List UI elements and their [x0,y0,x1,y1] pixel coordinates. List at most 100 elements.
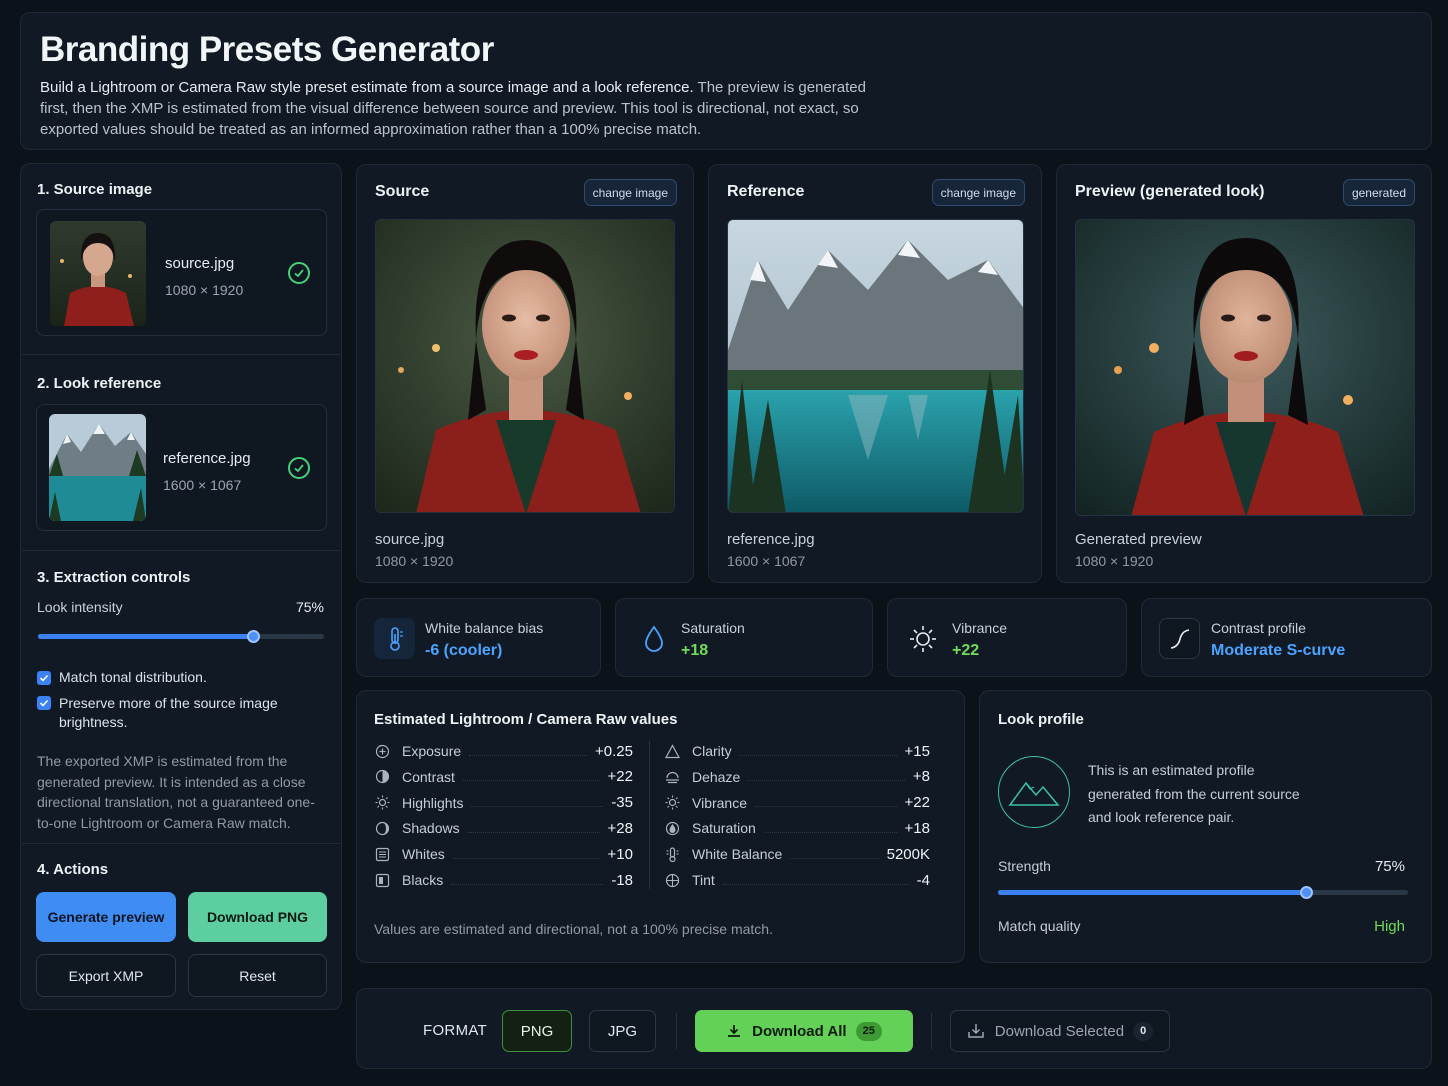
value-label: White Balance [692,846,783,863]
value-number: -18 [611,871,633,889]
values-footnote: Values are estimated and directional, no… [374,921,773,937]
bar-divider [931,1013,932,1049]
leader-dots [748,780,905,782]
checkbox-checked-icon[interactable] [37,671,51,685]
export-xmp-button[interactable]: Export XMP [36,954,176,997]
value-row-white-balance: White Balance 5200K [665,841,930,867]
curve-icon [1159,618,1200,659]
value-label: Exposure [402,743,462,759]
value-row-shadows: Shadows +28 [375,815,633,841]
reset-button[interactable]: Reset [188,954,327,997]
checkbox-match-tonal[interactable]: Match tonal distribution. [37,669,207,685]
source-caption-name: source.jpg [375,531,445,548]
look-file-name: reference.jpg [163,450,251,467]
generate-preview-button[interactable]: Generate preview [36,892,176,942]
reference-image [727,219,1024,513]
source-image [375,219,675,513]
download-all-button[interactable]: Download All 25 [695,1010,913,1052]
value-label: Blacks [402,872,444,888]
checkbox-checked-icon[interactable] [37,696,51,710]
strength-label: Strength [998,858,1051,874]
reference-thumbnail [49,414,146,521]
value-number: +15 [904,742,930,760]
value-label: Dehaze [692,768,741,785]
stat-saturation-label: Saturation [681,620,745,636]
checkbox-preserve-brightness-label: Preserve more of the source image bright… [59,695,278,730]
download-icon [728,1025,741,1037]
stat-wb-value: -6 (cooler) [425,642,503,659]
preview-card-title: Preview (generated look) [1075,183,1265,200]
download-bar: FORMAT PNG JPG Download All 25 Download … [356,988,1432,1069]
value-label: Clarity [692,743,732,759]
download-all-count: 25 [855,1021,882,1041]
source-card: Source change image source.jpg 1080 × 19… [356,164,694,583]
plus-circle-icon [375,744,390,759]
controls-section-title: 3. Extraction controls [37,569,191,586]
whites-icon [375,847,390,862]
strength-slider-thumb[interactable] [1299,886,1313,899]
checkbox-match-tonal-label: Match tonal distribution. [59,669,207,685]
leader-dots [739,754,897,756]
stat-vibrance-value: +22 [952,642,980,659]
source-file-name: source.jpg [165,255,235,272]
stat-contrast-profile: Contrast profile Moderate S-curve [1141,598,1432,677]
preview-caption-name: Generated preview [1075,531,1202,548]
strength-slider-fill [998,890,1306,895]
xmp-note: The exported XMP is estimated from the g… [37,753,315,831]
look-section-title: 2. Look reference [37,375,162,392]
source-card-title: Source [375,183,430,200]
value-label: Contrast [402,768,455,785]
section-divider [22,843,340,844]
sidebar: 1. Source image source.jpg 1080 × 1920 2… [20,163,342,1010]
haze-icon [665,769,680,784]
leader-dots [452,857,600,859]
values-title: Estimated Lightroom / Camera Raw values [374,711,678,728]
format-png-button[interactable]: PNG [502,1010,572,1052]
blacks-icon [375,873,390,888]
source-section-title: 1. Source image [37,181,153,198]
value-row-highlights: Highlights -35 [375,790,633,816]
reference-change-image-button[interactable]: change image [931,179,1025,206]
value-number: 5200K [886,845,930,863]
checkbox-preserve-brightness[interactable]: Preserve more of the source image bright… [37,694,297,732]
reference-caption-dims: 1600 × 1067 [727,553,806,569]
intensity-slider-thumb[interactable] [246,630,260,643]
download-png-button[interactable]: Download PNG [188,892,327,942]
value-row-contrast: Contrast +22 [375,764,633,790]
download-selected-button[interactable]: Download Selected 0 [950,1010,1170,1052]
value-row-exposure: Exposure +0.25 [375,738,633,764]
leader-dots [763,831,897,833]
sun-icon [375,795,390,810]
thermometer-icon [374,618,415,659]
stat-vibrance-label: Vibrance [952,620,1008,636]
leader-dots [722,883,909,885]
value-label: Saturation [692,820,756,837]
strength-slider[interactable] [998,886,1408,899]
source-file-dims: 1080 × 1920 [165,282,244,298]
value-number: -4 [916,871,930,889]
leader-dots [471,806,604,808]
sun-icon [665,795,680,810]
source-change-image-button[interactable]: change image [583,179,677,206]
source-check-icon [288,262,310,284]
look-file-card[interactable]: reference.jpg 1600 × 1067 [36,404,327,531]
reference-card: Reference change image reference.jpg 160… [708,164,1042,583]
download-selected-count: 0 [1133,1021,1154,1041]
leader-dots [451,883,604,885]
intensity-slider[interactable] [38,630,324,643]
value-number: +10 [607,845,633,863]
format-label: FORMAT [423,1022,488,1039]
format-jpg-button[interactable]: JPG [589,1010,656,1052]
look-profile-panel: Look profile This is an estimated profil… [979,690,1432,963]
page-description: Build a Lightroom or Camera Raw style pr… [40,77,890,140]
source-file-card[interactable]: source.jpg 1080 × 1920 [36,209,327,336]
stat-wb-label: White balance bias [425,620,544,636]
source-thumbnail [50,221,146,326]
actions-section-title: 4. Actions [37,861,109,878]
value-number: +28 [607,819,633,837]
intensity-slider-fill [38,634,253,639]
shadow-icon [375,821,390,836]
look-profile-description: This is an estimated profile generated f… [1088,762,1300,825]
download-all-label: Download All [752,1022,847,1040]
look-file-dims: 1600 × 1067 [163,477,242,493]
